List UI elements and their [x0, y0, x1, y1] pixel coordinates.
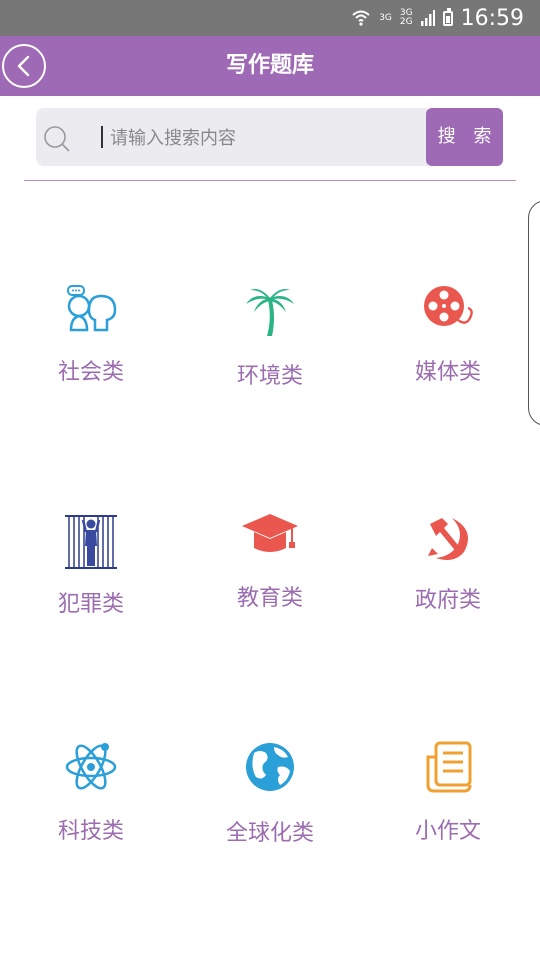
category-education[interactable]: 教育类 — [181, 500, 359, 620]
document-icon — [426, 741, 472, 793]
category-globalization[interactable]: 全球化类 — [181, 735, 359, 855]
category-label: 犯罪类 — [57, 592, 124, 617]
signal-icon — [420, 10, 435, 26]
hammer-sickle-icon — [428, 518, 468, 560]
title-bar: 写作题库 — [0, 36, 540, 96]
search-button[interactable]: 搜 索 — [426, 108, 503, 166]
page-title: 写作题库 — [225, 53, 314, 78]
palm-tree-icon — [246, 289, 294, 336]
search-box[interactable] — [36, 108, 428, 168]
category-government[interactable]: 政府类 — [359, 500, 537, 620]
edge-panel-handle[interactable] — [528, 200, 540, 426]
network-type-1: 3G — [379, 12, 392, 23]
category-label: 环境类 — [236, 364, 303, 389]
category-technology[interactable]: 科技类 — [2, 735, 180, 855]
search-input[interactable] — [108, 108, 412, 168]
network-type-2-bottom: 2G — [399, 17, 413, 27]
category-label: 社会类 — [57, 360, 124, 385]
category-media[interactable]: 媒体类 — [359, 270, 537, 390]
status-icons: 3G 3G 2G 16:59 — [351, 0, 524, 36]
back-button[interactable] — [2, 44, 46, 88]
battery-icon — [442, 7, 453, 26]
prison-bars-icon — [65, 515, 117, 569]
category-social[interactable]: 社会类 — [2, 270, 180, 390]
network-type-2: 3G 2G — [400, 9, 413, 27]
category-short-essay[interactable]: 小作文 — [359, 735, 537, 855]
category-label: 小作文 — [414, 819, 481, 844]
category-label: 媒体类 — [414, 360, 481, 385]
category-label: 全球化类 — [225, 821, 314, 846]
graduation-cap-icon — [242, 514, 298, 552]
category-label: 科技类 — [57, 819, 124, 844]
text-cursor — [101, 126, 103, 148]
category-crime[interactable]: 犯罪类 — [2, 500, 180, 620]
category-environment[interactable]: 环境类 — [181, 270, 359, 390]
globe-icon — [246, 743, 294, 791]
clock: 16:59 — [460, 5, 524, 31]
wifi-icon — [352, 10, 370, 26]
atom-icon — [65, 743, 117, 790]
people-chat-icon — [67, 285, 117, 332]
chevron-left-icon — [17, 55, 30, 77]
film-reel-icon — [424, 286, 473, 326]
status-bar: 3G 3G 2G 16:59 — [0, 0, 540, 36]
divider — [24, 180, 516, 181]
category-label: 教育类 — [236, 586, 303, 611]
category-label: 政府类 — [414, 588, 481, 613]
search-icon — [44, 126, 70, 152]
